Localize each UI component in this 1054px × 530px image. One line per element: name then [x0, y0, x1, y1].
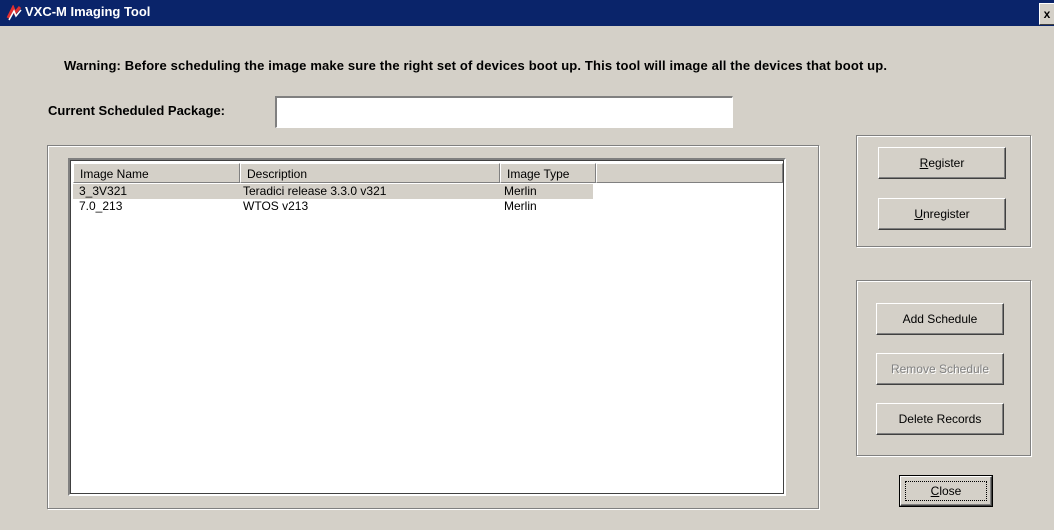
- close-button[interactable]: Close: [899, 475, 993, 507]
- window-title: VXC-M Imaging Tool: [25, 4, 151, 19]
- scheduled-package-label: Current Scheduled Package:: [48, 103, 225, 118]
- image-type-cell: Merlin: [504, 199, 537, 213]
- list-rows: 3_3V321 Teradici release 3.3.0 v321 Merl…: [73, 184, 783, 214]
- title-bar[interactable]: VXC-M Imaging Tool x: [0, 0, 1054, 26]
- column-header-image-type[interactable]: Image Type: [500, 163, 596, 183]
- add-schedule-button[interactable]: Add Schedule: [876, 303, 1004, 335]
- imaging-tool-window: VXC-M Imaging Tool x Warning: Before sch…: [0, 0, 1054, 530]
- list-header: Image Name Description Image Type: [73, 163, 783, 183]
- column-header-description[interactable]: Description: [240, 163, 500, 183]
- table-row[interactable]: 3_3V321 Teradici release 3.3.0 v321 Merl…: [73, 184, 783, 199]
- window-close-button[interactable]: x: [1039, 3, 1054, 25]
- table-row[interactable]: 7.0_213 WTOS v213 Merlin: [73, 199, 783, 214]
- image-name-cell: 7.0_213: [79, 199, 123, 213]
- image-name-cell: 3_3V321: [79, 184, 128, 198]
- app-logo-icon: [6, 5, 22, 21]
- warning-message: Warning: Before scheduling the image mak…: [64, 58, 888, 73]
- focus-rectangle: [905, 481, 987, 501]
- unregister-label: nregister: [922, 207, 970, 221]
- scheduled-package-field[interactable]: [275, 96, 733, 128]
- column-header-image-name[interactable]: Image Name: [73, 163, 240, 183]
- register-label: egister: [928, 156, 965, 170]
- description-cell: WTOS v213: [243, 199, 309, 213]
- unregister-button[interactable]: Unregister: [878, 198, 1006, 230]
- register-button[interactable]: Register: [878, 147, 1006, 179]
- delete-records-button[interactable]: Delete Records: [876, 403, 1004, 435]
- image-list[interactable]: Image Name Description Image Type 3_3V32…: [68, 158, 786, 496]
- column-header-empty[interactable]: [596, 163, 783, 183]
- image-type-cell: Merlin: [504, 184, 537, 198]
- description-cell: Teradici release 3.3.0 v321: [243, 184, 387, 198]
- unregister-access-key: U: [914, 207, 923, 221]
- register-access-key: R: [919, 156, 929, 170]
- remove-schedule-button[interactable]: Remove Schedule: [876, 353, 1004, 385]
